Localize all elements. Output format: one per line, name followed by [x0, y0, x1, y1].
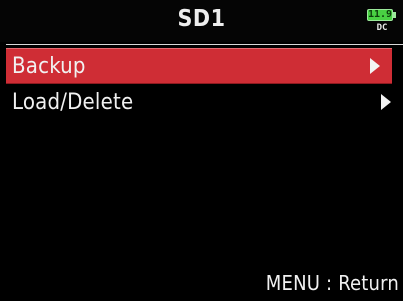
menu-item-label: Load/Delete	[12, 89, 134, 115]
menu-item-load-delete[interactable]: Load/Delete	[6, 84, 403, 120]
chevron-right-icon	[381, 94, 391, 110]
chevron-right-icon	[370, 58, 380, 74]
battery-tip	[393, 12, 396, 18]
return-hint: MENU : Return	[265, 271, 399, 295]
device-screen: SD1 11.9 DC Backup Load/Delete MENU : Re…	[0, 0, 403, 301]
title-bar: SD1 11.9 DC	[0, 0, 403, 42]
menu-item-backup[interactable]: Backup	[6, 48, 392, 84]
power-source-label: DC	[376, 23, 388, 33]
page-title: SD1	[177, 6, 226, 32]
menu-list: Backup Load/Delete	[6, 48, 403, 120]
menu-item-label: Backup	[12, 53, 86, 79]
title-divider	[6, 44, 403, 45]
battery-indicator: 11.9 DC	[365, 9, 399, 39]
battery-voltage: 11.9	[367, 9, 393, 20]
